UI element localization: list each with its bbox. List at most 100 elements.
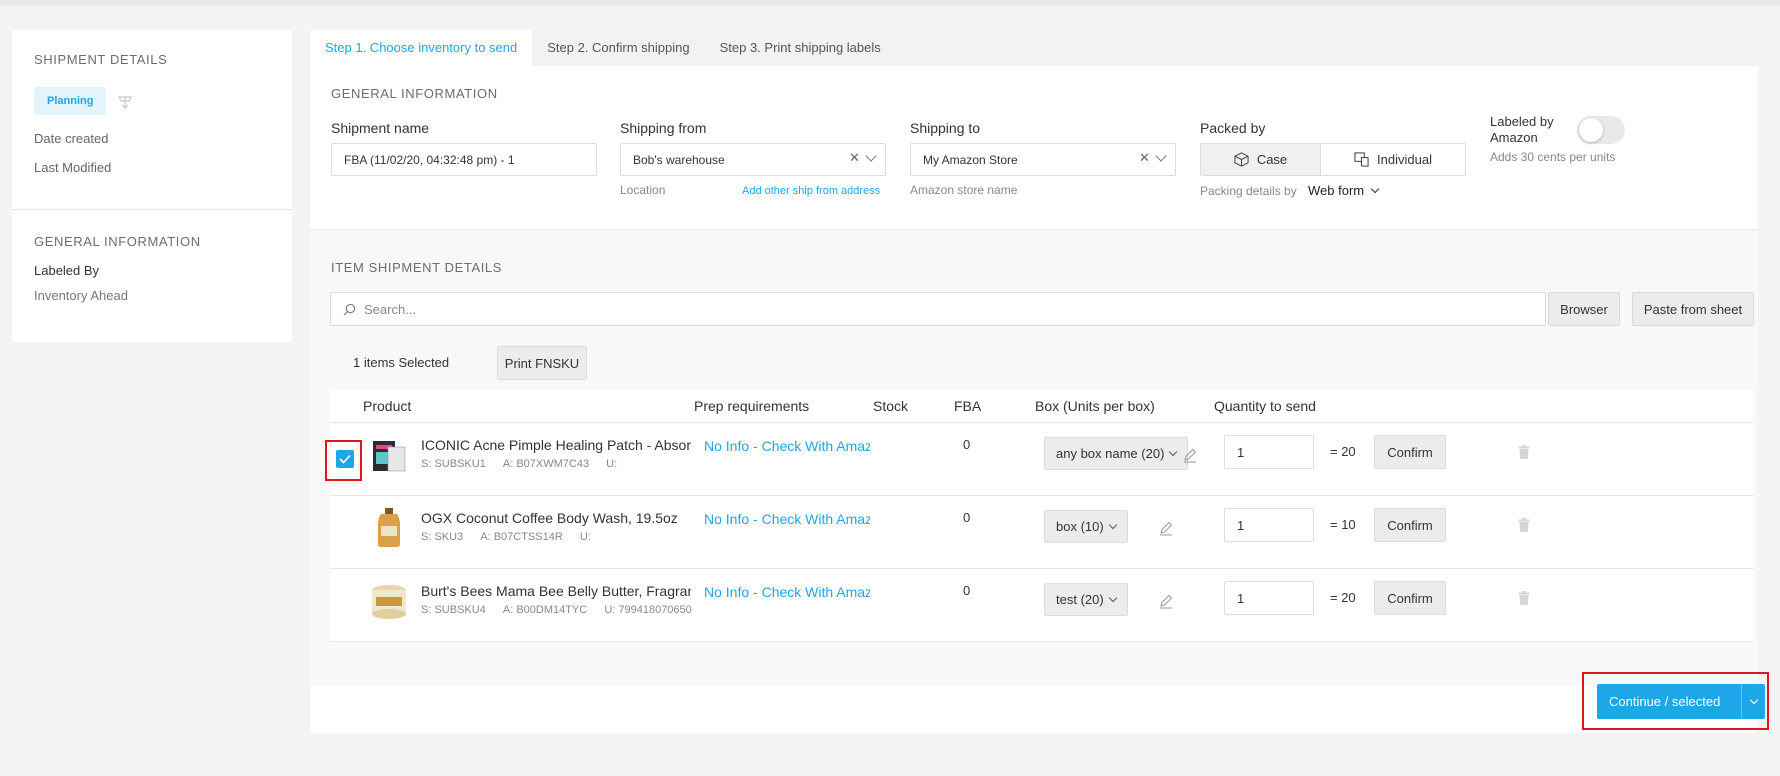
box-select-value: any box name (20)	[1056, 446, 1165, 461]
shipping-from-label: Shipping from	[620, 120, 707, 136]
box-select[interactable]: test (20)	[1044, 583, 1128, 616]
prep-requirements-link[interactable]: No Info - Check With Amaz	[704, 511, 870, 527]
fba-count: 0	[963, 510, 971, 525]
general-information-form: GENERAL INFORMATION Shipment name FBA (1…	[310, 66, 1758, 230]
shipping-to-sub: Amazon store name	[910, 183, 1018, 197]
box-select-value: test (20)	[1056, 592, 1104, 607]
box-select-value: box (10)	[1056, 519, 1104, 534]
fba-count: 0	[963, 437, 971, 452]
product-sku: S: SUBSKU4	[421, 604, 486, 616]
shipping-to-select[interactable]: My Amazon Store	[910, 143, 1176, 176]
row-checkbox[interactable]	[336, 450, 354, 468]
trash-icon[interactable]	[1518, 591, 1530, 605]
column-product: Product	[363, 398, 412, 414]
quantity-value: 1	[1237, 517, 1245, 533]
main-panel: Step 1. Choose inventory to send Step 2.…	[310, 30, 1758, 733]
item-shipment-details-heading: ITEM SHIPMENT DETAILS	[331, 260, 503, 275]
box-select[interactable]: box (10)	[1044, 510, 1128, 543]
quantity-total: = 20	[1330, 590, 1356, 605]
column-prep: Prep requirements	[694, 398, 810, 414]
print-fnsku-button[interactable]: Print FNSKU	[497, 346, 587, 380]
continue-selected-button[interactable]: Continue / selected	[1597, 684, 1765, 719]
shipping-from-sub: Location	[620, 183, 666, 197]
product-name[interactable]: OGX Coconut Coffee Body Wash, 19.5oz	[421, 510, 691, 526]
product-thumbnail	[373, 441, 406, 472]
packed-by-case-button[interactable]: Case	[1201, 144, 1321, 175]
check-icon	[339, 454, 351, 464]
product-sku: S: SKU3	[421, 531, 464, 543]
confirm-button[interactable]: Confirm	[1374, 581, 1446, 615]
shipping-from-select[interactable]: Bob's warehouse	[620, 143, 886, 176]
labeled-by-value: Inventory Ahead	[34, 288, 128, 303]
quantity-input[interactable]: 1	[1224, 435, 1314, 469]
shipment-name-label: Shipment name	[331, 120, 430, 136]
tab-step-1[interactable]: Step 1. Choose inventory to send	[310, 30, 533, 66]
product-upc: U: 799418070650	[604, 604, 692, 616]
packed-by-individual-label: Individual	[1377, 152, 1432, 167]
table-header: Product Prep requirements Stock FBA Box …	[330, 390, 1754, 423]
items-table: Product Prep requirements Stock FBA Box …	[325, 390, 1754, 642]
quantity-value: 1	[1237, 444, 1245, 460]
prep-requirements-link[interactable]: No Info - Check With Amaz	[704, 438, 870, 454]
quantity-total: = 20	[1330, 444, 1356, 459]
search-placeholder: Search...	[364, 301, 417, 317]
tab-step-3[interactable]: Step 3. Print shipping labels	[705, 30, 896, 66]
product-name[interactable]: Burt's Bees Mama Bee Belly Butter, Fragr…	[421, 583, 691, 599]
shipment-name-input[interactable]: FBA (11/02/20, 04:32:48 pm) - 1	[331, 143, 597, 176]
shipment-details-section: SHIPMENT DETAILS Planning Date created L…	[12, 30, 292, 210]
selected-count: 1 items Selected	[353, 355, 450, 370]
column-quantity: Quantity to send	[1214, 398, 1316, 414]
product-asin: A: B07XWM7C43	[502, 458, 590, 470]
status-row: Planning	[34, 87, 270, 115]
clear-shipping-to-icon[interactable]: ✕	[1139, 150, 1150, 166]
confirm-button[interactable]: Confirm	[1374, 508, 1446, 542]
continue-selected-label: Continue / selected	[1609, 694, 1721, 709]
chevron-down-icon	[1749, 695, 1758, 705]
packed-by-case-label: Case	[1256, 152, 1288, 167]
product-asin: A: B00DM14TYC	[502, 604, 588, 616]
fba-count: 0	[963, 583, 971, 598]
product-meta: S: SUBSKU4 A: B00DM14TYC U: 799418070650	[421, 604, 692, 616]
edit-pencil-icon[interactable]	[1158, 520, 1174, 536]
search-input[interactable]: Search...	[330, 292, 1546, 326]
last-modified-label: Last Modified	[34, 160, 112, 175]
labeled-by-label: Labeled By	[34, 263, 100, 278]
chevron-down-icon	[1370, 184, 1380, 193]
tab-step-2[interactable]: Step 2. Confirm shipping	[532, 30, 704, 66]
labeled-by-amazon-label: Labeled by Amazon	[1490, 114, 1554, 145]
trash-icon[interactable]	[1518, 445, 1530, 459]
product-meta: S: SKU3 A: B07CTSS14R U:	[421, 531, 591, 543]
table-row: OGX Coconut Coffee Body Wash, 19.5oz S: …	[330, 496, 1754, 569]
product-asin: A: B07CTSS14R	[480, 531, 563, 543]
packing-details-label: Packing details by	[1200, 184, 1297, 198]
edit-pencil-icon[interactable]	[1182, 447, 1198, 463]
download-icon[interactable]	[116, 92, 134, 110]
clear-shipping-from-icon[interactable]: ✕	[849, 150, 860, 166]
product-name[interactable]: ICONIC Acne Pimple Healing Patch - Absor	[421, 437, 691, 453]
chevron-down-icon	[1108, 593, 1117, 603]
quantity-input[interactable]: 1	[1224, 508, 1314, 542]
box-select[interactable]: any box name (20)	[1044, 437, 1189, 470]
labeled-by-amazon-sub: Adds 30 cents per units	[1490, 150, 1616, 164]
product-meta: S: SUBSKU1 A: B07XWM7C43 U:	[421, 458, 617, 470]
continue-dropdown-toggle[interactable]	[1741, 684, 1765, 719]
labeled-by-amazon-toggle[interactable]	[1577, 116, 1625, 144]
browser-button[interactable]: Browser	[1548, 292, 1620, 326]
quantity-value: 1	[1237, 590, 1245, 606]
column-box: Box (Units per box)	[1035, 398, 1155, 414]
trash-icon[interactable]	[1518, 518, 1530, 532]
edit-pencil-icon[interactable]	[1158, 593, 1174, 609]
product-upc: U:	[579, 531, 591, 543]
chevron-down-icon	[1108, 520, 1117, 530]
add-ship-from-link[interactable]: Add other ship from address	[742, 185, 880, 197]
confirm-button[interactable]: Confirm	[1374, 435, 1446, 469]
shipping-to-value: My Amazon Store	[923, 152, 1018, 167]
packing-details-dropdown[interactable]: Web form	[1308, 183, 1380, 198]
quantity-input[interactable]: 1	[1224, 581, 1314, 615]
toggle-knob	[1579, 118, 1603, 142]
paste-from-sheet-button[interactable]: Paste from sheet	[1632, 292, 1754, 326]
prep-requirements-link[interactable]: No Info - Check With Amaz	[704, 584, 870, 600]
packed-by-individual-button[interactable]: Individual	[1321, 144, 1465, 175]
quantity-total: = 10	[1330, 517, 1356, 532]
shipment-details-panel: SHIPMENT DETAILS Planning Date created L…	[12, 30, 292, 342]
